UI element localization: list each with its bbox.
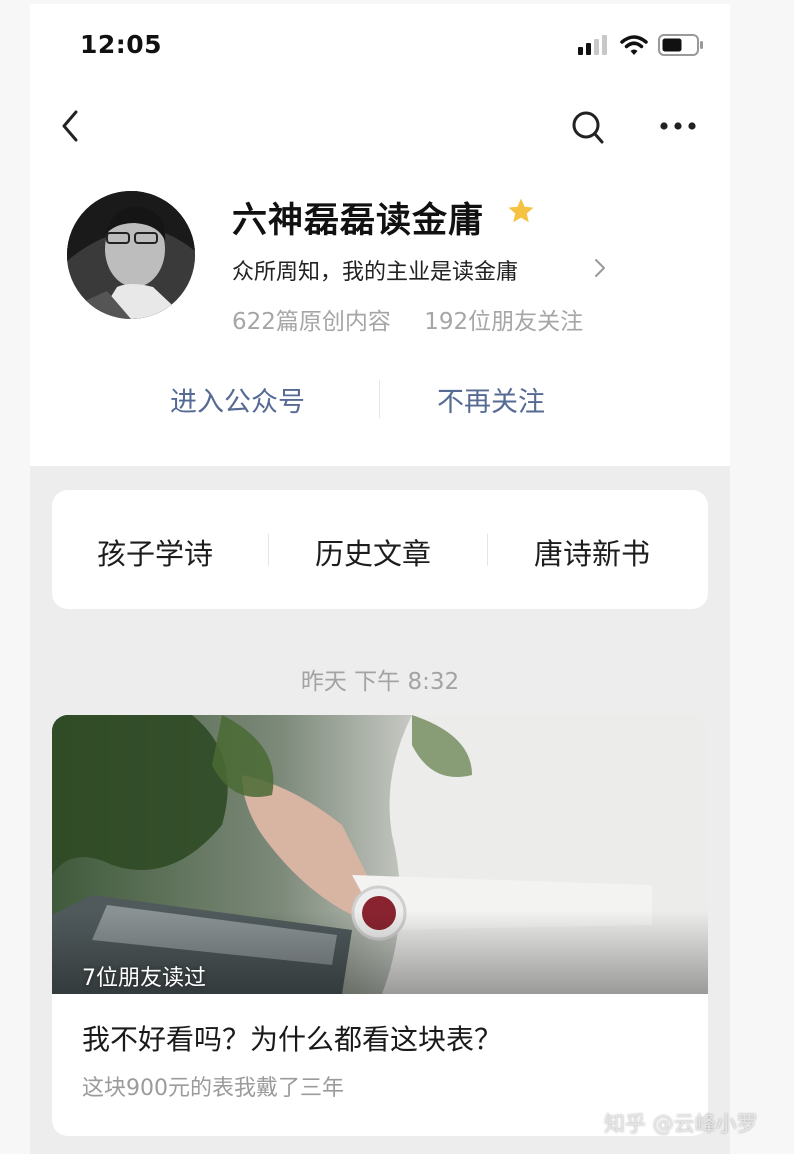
battery-icon: [658, 34, 703, 56]
enter-account-button[interactable]: 进入公众号: [170, 380, 305, 419]
status-icons: [578, 34, 704, 56]
status-time: 12:05: [80, 30, 163, 59]
signal-icon: [578, 35, 607, 55]
back-icon[interactable]: [56, 106, 86, 146]
original-count: 622篇原创内容: [232, 309, 391, 335]
feed-timestamp: 昨天 下午 8:32: [300, 669, 460, 695]
menu-item-poems-for-kids[interactable]: 孩子学诗: [97, 531, 213, 573]
account-description[interactable]: 众所周知，我的主业是读金庸: [232, 254, 518, 286]
article-summary: 这块900元的表我戴了三年: [82, 1076, 344, 1101]
avatar[interactable]: [67, 191, 195, 319]
star-icon[interactable]: [506, 196, 536, 226]
account-stats: 622篇原创内容 192位朋友关注: [232, 302, 609, 336]
phone-screen: 12:05 六神磊磊读金庸 众所周知，我的主业是读金庸 622篇原创内容 192…: [30, 4, 730, 1154]
account-menu: 孩子学诗 历史文章 唐诗新书: [52, 490, 708, 609]
menu-divider: [487, 534, 488, 566]
menu-item-new-book[interactable]: 唐诗新书: [534, 531, 650, 573]
avatar-portrait-image: [67, 191, 195, 319]
menu-item-history-articles[interactable]: 历史文章: [315, 531, 431, 573]
article-cover-image[interactable]: [52, 715, 708, 994]
friends-read-count: 7位朋友读过: [82, 966, 206, 991]
wifi-icon: [620, 35, 648, 55]
search-icon[interactable]: [570, 107, 606, 147]
account-name: 六神磊磊读金庸: [232, 201, 485, 241]
article-title[interactable]: 我不好看吗？为什么都看这块表？: [82, 1018, 502, 1058]
action-divider: [379, 380, 380, 418]
profile-header: 12:05 六神磊磊读金庸 众所周知，我的主业是读金庸 622篇原创内容 192…: [30, 4, 730, 466]
followers-count: 192位朋友关注: [424, 309, 584, 335]
menu-divider: [268, 534, 269, 566]
more-icon[interactable]: [658, 116, 698, 136]
unfollow-button[interactable]: 不再关注: [437, 380, 545, 419]
watermark: 知乎 @云峰小罗: [604, 1112, 758, 1136]
article-card[interactable]: 7位朋友读过 我不好看吗？为什么都看这块表？ 这块900元的表我戴了三年: [52, 715, 708, 1136]
chevron-right-icon[interactable]: [592, 256, 608, 280]
